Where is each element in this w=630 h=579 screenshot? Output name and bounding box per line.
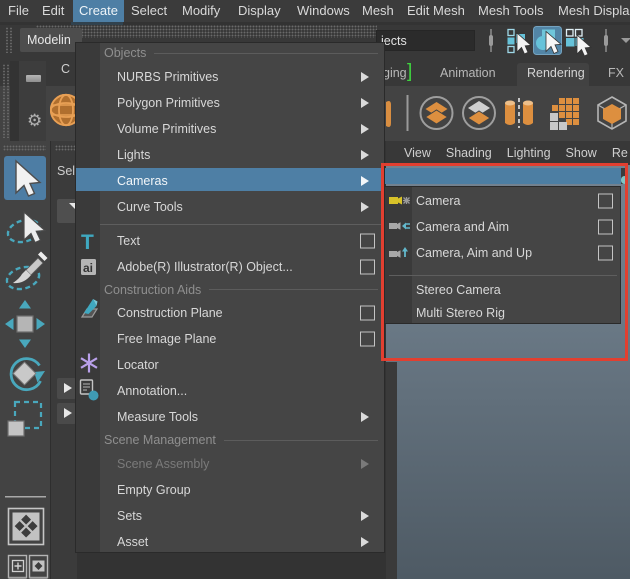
svg-text:T: T	[81, 231, 94, 254]
svg-text:ai: ai	[83, 261, 93, 275]
